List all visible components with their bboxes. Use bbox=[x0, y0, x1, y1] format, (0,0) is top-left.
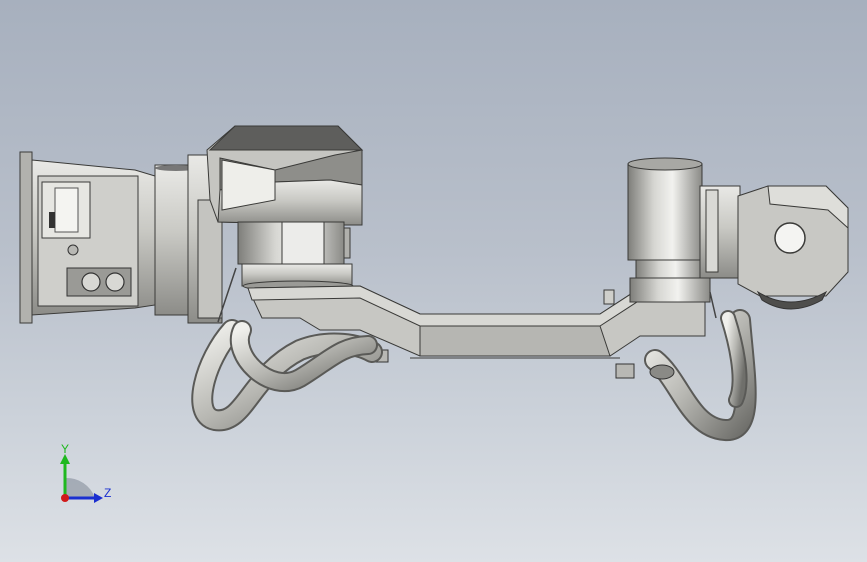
clamp-icon bbox=[615, 363, 635, 379]
x-axis-dot bbox=[61, 494, 69, 502]
triad-plane bbox=[65, 477, 95, 498]
y-axis-label: Y bbox=[61, 442, 69, 456]
base-housing[interactable] bbox=[19, 151, 156, 324]
orientation-triad: Y Z bbox=[40, 440, 130, 520]
wrist-housing[interactable] bbox=[699, 185, 849, 310]
shoulder-housing[interactable] bbox=[206, 125, 364, 292]
z-axis-label: Z bbox=[104, 486, 111, 500]
z-axis-arrowhead bbox=[94, 493, 103, 503]
wrist-bore bbox=[774, 222, 806, 254]
elbow-motor[interactable] bbox=[603, 157, 711, 305]
3d-viewport[interactable]: Y Z bbox=[0, 0, 867, 562]
bolt-icon bbox=[67, 244, 79, 256]
robot-arm-model[interactable] bbox=[0, 0, 867, 562]
